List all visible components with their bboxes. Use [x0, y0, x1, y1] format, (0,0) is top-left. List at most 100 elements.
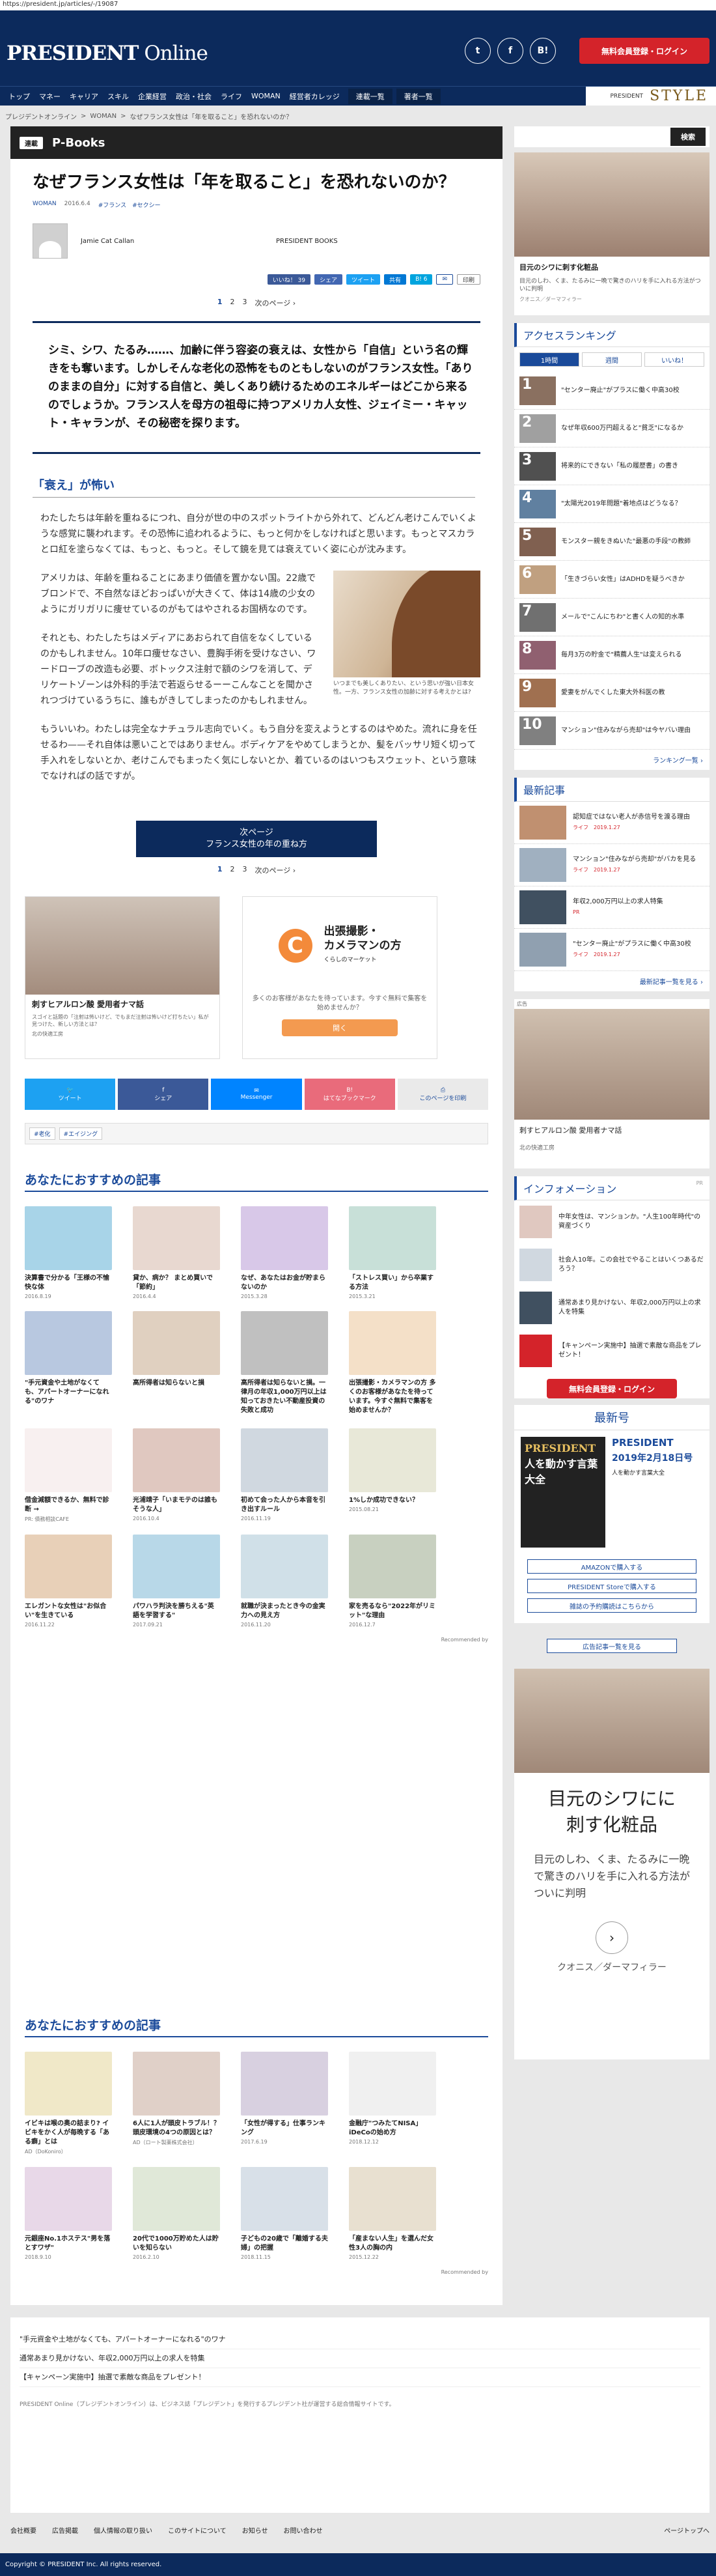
article-category[interactable]: WOMAN [33, 201, 57, 209]
search-button[interactable]: 検索 [670, 128, 706, 146]
facebook-icon[interactable]: f [497, 38, 523, 64]
side-register-button[interactable]: 無料会員登録・ログイン [547, 1379, 677, 1398]
nav-skill[interactable]: スキル [103, 91, 133, 102]
new-more-link[interactable]: 最新記事一覧を見る › [514, 971, 709, 991]
messenger-share[interactable]: ✉ Messenger [211, 1079, 302, 1110]
site-logo[interactable]: PRESIDENT Online [7, 42, 208, 65]
page-3[interactable]: 3 [242, 298, 247, 308]
bottom-link[interactable]: 通常あまり見かけない、年収2,000万円以上の求人を特集 [20, 2349, 700, 2368]
info-item[interactable]: 【キャンペーン実施中】抽選で素敵な商品をプレゼント！ [514, 1329, 709, 1372]
recommend-card[interactable]: 出張撮影・カメラマンの方 多くのお客様があなたを待っています。今すぐ無料で集客を… [349, 1311, 436, 1417]
ranking-item[interactable]: 9 愛妻をがんでくした東大外科医の教 [514, 674, 709, 712]
nav-business[interactable]: 企業経営 [133, 91, 171, 102]
recommend-card[interactable]: イビキは喉の奥の詰まり? イビキをかく人が毎晩する「ある癖」とは AD（DoKon… [25, 2052, 112, 2155]
chevron-right-icon[interactable]: › [596, 1921, 628, 1954]
ranking-item[interactable]: 6 「生きづらい女性」はADHDを疑うべきか [514, 561, 709, 599]
recommend-card[interactable]: 元銀座No.1ホステス"男を落とすワザ" 2018.9.10 [25, 2167, 112, 2260]
tag-item[interactable]: #エイジング [59, 1127, 103, 1140]
like-button[interactable]: いいね！ 39 [267, 274, 311, 285]
nav-serial[interactable]: 連載一覧 [348, 88, 392, 104]
recommend-card[interactable]: 家を売るなら"2022年がリミット"な理由 2016.12.7 [349, 1535, 436, 1628]
footer-link[interactable]: 会社概要 [10, 2525, 36, 2535]
share-button[interactable]: 共有 [384, 274, 407, 285]
twitter-icon[interactable]: t [465, 38, 491, 64]
nav-life[interactable]: ライフ [216, 91, 247, 102]
ranking-item[interactable]: 2 なぜ年収600万円超えると"貧乏"になるか [514, 410, 709, 447]
ranking-item[interactable]: 1 "センター廃止"がプラスに働く中高30校 [514, 372, 709, 410]
recommend-card[interactable]: 初めて会った人から本音を引き出すルール 2016.11.19 [241, 1428, 328, 1523]
footer-link[interactable]: 個人情報の取り扱い [94, 2525, 152, 2535]
ranking-item[interactable]: 10 マンション"住みながら売却"は今ヤバい理由 [514, 712, 709, 750]
amazon-button[interactable]: AMAZONで購入する [527, 1559, 696, 1574]
nav-woman[interactable]: WOMAN [247, 92, 285, 100]
page-2[interactable]: 2 [230, 865, 234, 875]
recommend-card[interactable]: なぜ、あなたはお金が貯まらないのか 2015.3.28 [241, 1206, 328, 1299]
address-bar[interactable]: https://president.jp/articles/-/19087 [0, 0, 716, 10]
subscribe-button[interactable]: 雑誌の予約購読はこちらから [527, 1598, 696, 1613]
hatena-button[interactable]: B! 6 [410, 274, 433, 285]
store-button[interactable]: PRESIDENT Storeで購入する [527, 1579, 696, 1593]
footer-link[interactable]: お問い合わせ [284, 2525, 323, 2535]
footer-link[interactable]: このサイトについて [168, 2525, 227, 2535]
recommend-card[interactable]: 借金減額できるか、無料で診断 → PR: 債務相談CAFE [25, 1428, 112, 1523]
nav-top[interactable]: トップ [4, 91, 34, 102]
nav-politics[interactable]: 政治・社会 [171, 91, 216, 102]
register-login-button[interactable]: 無料会員登録・ログイン [579, 38, 709, 64]
info-item[interactable]: 通常あまり見かけない、年収2,000万円以上の求人を特集 [514, 1286, 709, 1329]
hatena-share[interactable]: B! はてなブックマーク [304, 1079, 395, 1110]
bottom-link[interactable]: 【キャンペーン実施中】抽選で素敵な商品をプレゼント！ [20, 2368, 700, 2387]
ranking-item[interactable]: 3 将来的にできない「私の履歴書」の書き [514, 447, 709, 485]
next-page-button[interactable]: 次ページ フランス女性の年の重ね方 [136, 821, 377, 857]
next-page-link[interactable]: 次のページ › [255, 298, 296, 308]
facebook-share[interactable]: f シェア [118, 1079, 209, 1110]
fb-share-button[interactable]: シェア [314, 274, 343, 285]
ranking-item[interactable]: 5 モンスター親をきぬいた"最悪の手段"の教師 [514, 523, 709, 561]
recommend-card[interactable]: 金融庁"つみたてNISA」iDeCoの始め方 2018.12.12 [349, 2052, 436, 2155]
recommend-card[interactable]: 「女性が得する」仕事ランキング 2017.6.19 [241, 2052, 328, 2155]
president-style-link[interactable]: PRESIDENT STYLE [586, 87, 716, 106]
info-item[interactable]: 中年女性は、マンションか。"人生100年時代"の資産づくり [514, 1200, 709, 1243]
crumb-woman[interactable]: WOMAN [90, 113, 117, 120]
tag-item[interactable]: #老化 [29, 1127, 55, 1140]
new-article-item[interactable]: 年収2,000万円以上の求人特集 PR [514, 886, 709, 929]
new-article-item[interactable]: マンション"住みながら売却"がバカを見る ライフ 2019.1.27 [514, 844, 709, 886]
new-article-item[interactable]: 認知症ではない老人が赤信号を渡る理由 ライフ 2019.1.27 [514, 802, 709, 844]
page-top-link[interactable]: ページトップへ [664, 2525, 709, 2535]
nav-money[interactable]: マネー [34, 91, 65, 102]
recommend-card[interactable]: 高所得者は知らないと損。一律月の年収1,000万円以上は知っておきたい不動産投資… [241, 1311, 328, 1417]
section-title[interactable]: P-Books [52, 136, 105, 150]
recommend-card[interactable]: エレガントな女性は"お似合い"を生きている 2016.11.22 [25, 1535, 112, 1628]
tab-likes[interactable]: いいね！ [644, 352, 704, 367]
tab-weekly[interactable]: 週間 [582, 352, 642, 367]
page-1[interactable]: 1 [217, 298, 223, 308]
twitter-share[interactable]: 🐦 ツイート [25, 1079, 116, 1110]
sidebar-ad-2[interactable]: 広告 刺すヒアルロン酸 愛用者ナマ話 北の快適工房 [514, 999, 709, 1168]
tab-hourly[interactable]: 1時間 [519, 352, 579, 367]
article-tags[interactable]: #フランス #セクシー [98, 201, 161, 209]
footer-link[interactable]: お知らせ [242, 2525, 268, 2535]
print-button[interactable]: 印刷 [456, 274, 480, 285]
footer-link[interactable]: 広告掲載 [52, 2525, 78, 2535]
recommend-card[interactable]: 1%しか成功できない？ 2015.08.21 [349, 1428, 436, 1523]
nav-career[interactable]: キャリア [65, 91, 103, 102]
recommend-card[interactable]: パワハラ判決を勝ちえる"英語を学習する" 2017.09.21 [133, 1535, 220, 1628]
recommend-card[interactable]: "手元資金や土地がなくても、アパートオーナーになれる"のワナ [25, 1311, 112, 1417]
print-share[interactable]: ⎙ このページを印刷 [397, 1079, 489, 1110]
sidebar-ad-1[interactable]: 目元のシワに刺す化粧品 目元のしわ、くま、たるみに一晩で驚きのハリを手に入れる方… [514, 152, 709, 315]
recommend-card[interactable]: 高所得者は知らないと損 [133, 1311, 220, 1417]
hatena-icon[interactable]: B! [530, 38, 556, 64]
recommend-card[interactable]: 20代で1000万貯めた人は貯いを知らない 2016.2.10 [133, 2167, 220, 2260]
ad-open-button[interactable]: 開く [282, 1019, 398, 1036]
recommend-card[interactable]: 子どもの20歳で「離婚する夫婦」の把握 2018.11.15 [241, 2167, 328, 2260]
page-3[interactable]: 3 [242, 865, 247, 875]
info-item[interactable]: 社会人10年。この会社でやることはいくつあるだろう？ [514, 1243, 709, 1286]
magazine-cover[interactable]: PRESIDENT 人を動かす言葉大全 [521, 1437, 605, 1548]
mail-icon[interactable]: ✉ [436, 274, 453, 285]
recommend-card[interactable]: 光浦靖子「いまモテのは誰もそうな人」 2016.10.4 [133, 1428, 220, 1523]
ranking-item[interactable]: 8 毎月3万の貯金で"精薦人生"は変えられる [514, 636, 709, 674]
recommend-card[interactable]: 「ストレス買い」から卒業する方法 2015.3.21 [349, 1206, 436, 1299]
tweet-button[interactable]: ツイート [346, 274, 381, 285]
ad-camera[interactable]: C 出張撮影・ カメラマンの方 くらしのマーケット 多くのお客様があなたを待っています… [242, 896, 437, 1059]
recommend-card[interactable]: 6人に1人が頭皮トラブル！？頭皮環境の4つの原因とは？ AD（ロート製薬株式会社） [133, 2052, 220, 2155]
next-page-link[interactable]: 次のページ › [255, 865, 296, 875]
